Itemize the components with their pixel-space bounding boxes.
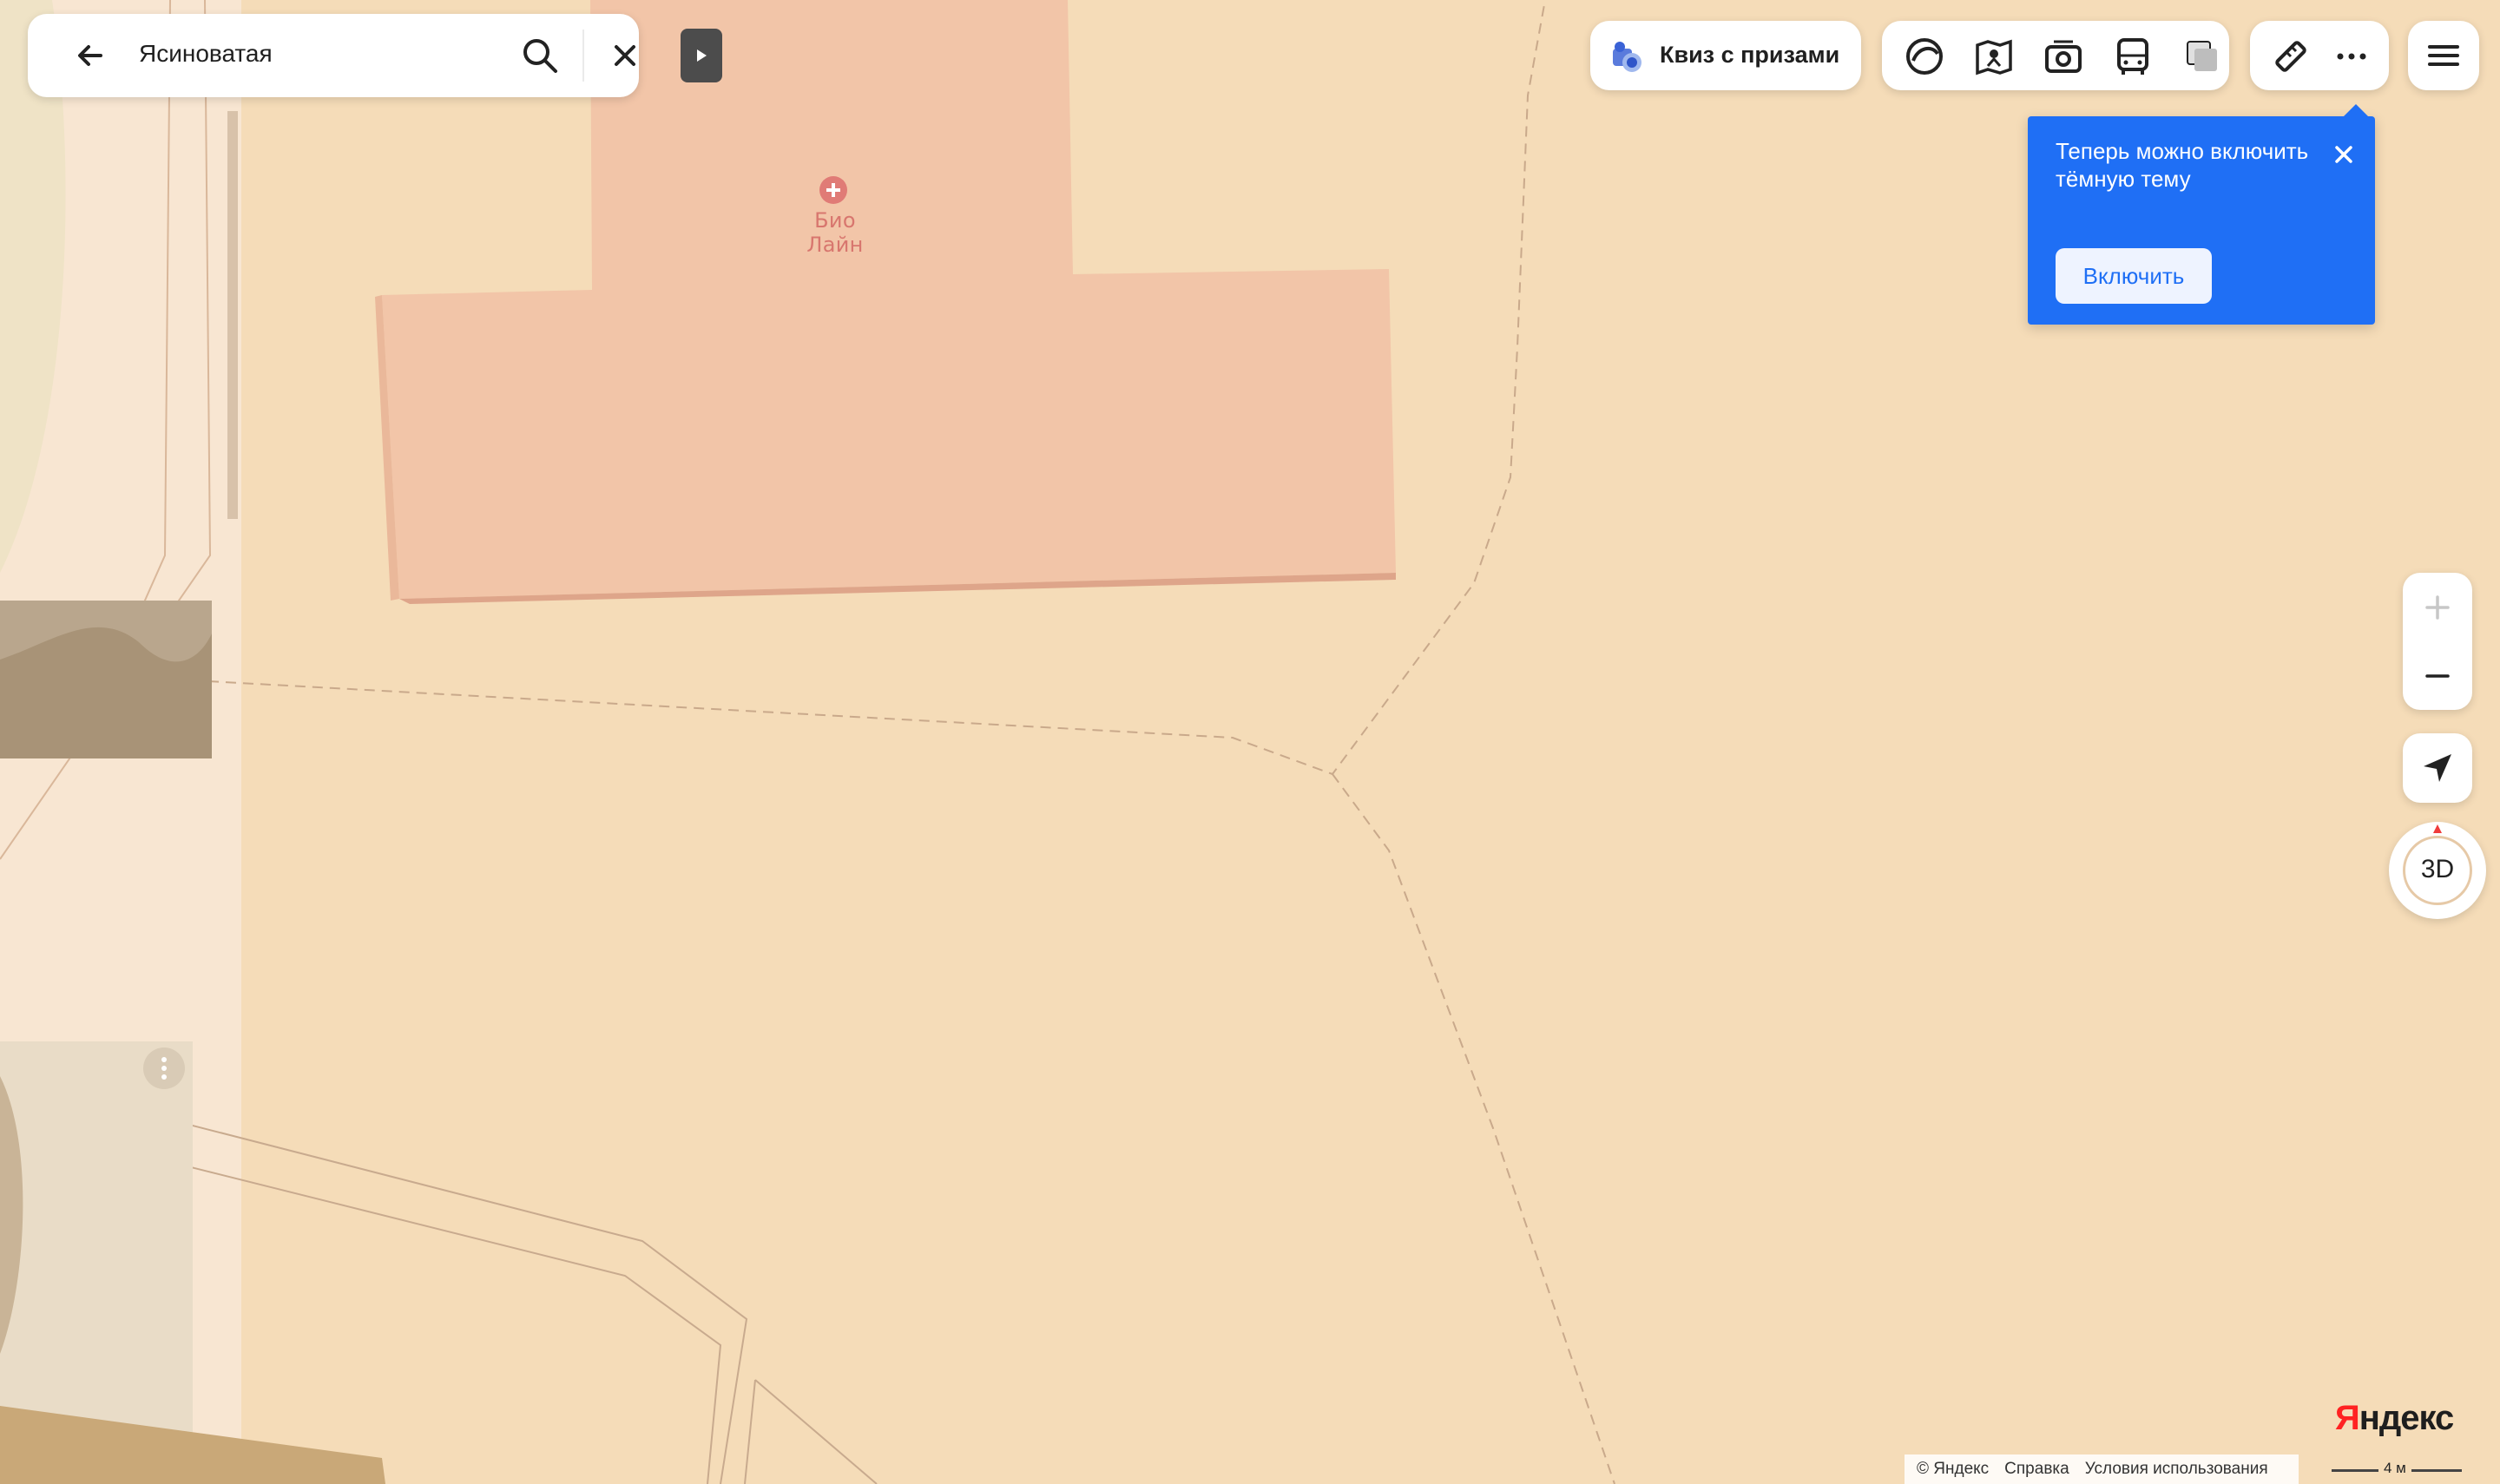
search-divider [582,30,584,82]
tooltip-text: Теперь можно включить тёмную тему [2056,138,2309,192]
help-link[interactable]: Справка [2004,1460,2069,1479]
zoom-controls [2403,573,2472,710]
copyright-text: © Яндекс [1917,1460,1990,1478]
map-scroll-edge [227,111,238,519]
search-box [28,14,639,97]
footer-bar: © Яндекс Справка Условия использования [1905,1454,2299,1484]
close-icon[interactable] [2328,139,2359,170]
panel-toggle-button[interactable] [681,29,722,82]
layers-icon[interactable] [2181,35,2224,78]
scale-bar: 4 м [2332,1460,2462,1481]
hamburger-icon [2428,45,2459,66]
logo-rest: ндекс [2359,1399,2455,1437]
quiz-icon [1613,42,1641,72]
zoom-out-button[interactable] [2403,641,2472,710]
my-location-button[interactable] [2403,733,2472,803]
layers-toolbar [1882,21,2229,90]
scale-value: 4 м [2378,1460,2411,1477]
yandex-logo[interactable]: Яндекс [2335,1399,2455,1438]
poi-label[interactable]: Био Лайн [783,208,887,257]
cross-icon-v [832,183,835,197]
transport-icon[interactable] [2111,35,2155,78]
quiz-label: Квиз с призами [1660,42,1840,68]
photo-icon[interactable] [2042,35,2085,78]
zoom-in-button[interactable] [2403,573,2472,641]
alice-icon[interactable] [1903,35,1946,78]
tools-toolbar [2250,21,2389,90]
search-icon[interactable] [517,33,562,78]
plus-icon [2425,595,2450,620]
ruler-icon[interactable] [2269,35,2312,78]
north-arrow-icon [2433,824,2442,833]
minus-icon [2425,674,2450,678]
dark-theme-tooltip: Теперь можно включить тёмную тему Включи… [2028,104,2375,325]
location-arrow-icon [2424,754,2451,782]
map-app: Био Лайн Квиз с призами [0,0,2500,1484]
dot-icon [161,1066,167,1071]
quiz-promo-button[interactable]: Квиз с призами [1590,21,1861,90]
compass-label: 3D [2420,855,2455,883]
enable-dark-theme-button[interactable]: Включить [2056,248,2212,304]
compass-3d-button[interactable]: 3D [2389,822,2486,919]
logo-first-letter: Я [2335,1399,2360,1437]
dot-icon [161,1057,167,1062]
close-icon[interactable] [606,36,644,75]
terms-link[interactable]: Условия использования [2085,1460,2268,1479]
menu-button[interactable] [2408,21,2479,90]
more-icon[interactable] [2330,35,2373,78]
dot-icon [161,1074,167,1080]
panorama-map-icon[interactable] [1972,35,2016,78]
back-arrow-icon[interactable] [71,36,109,75]
play-icon [697,49,707,62]
search-input[interactable] [139,40,486,68]
